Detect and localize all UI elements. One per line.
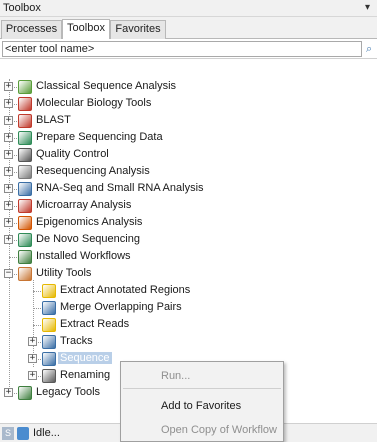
tree-item-resequencing-analysis[interactable]: + Resequencing Analysis [0,164,377,181]
menu-item-add-to-favorites[interactable]: Add to Favorites [121,395,283,417]
rna-seq-icon [18,182,32,196]
tree-item-microarray-analysis[interactable]: + Microarray Analysis [0,198,377,215]
expand-icon[interactable]: + [4,116,13,125]
tree-item-label: Installed Workflows [36,250,131,262]
tree-item-label: Sequence [58,352,112,364]
expand-icon[interactable]: + [4,150,13,159]
tree-item-classical-sequence-analysis[interactable]: + Classical Sequence Analysis [0,79,377,96]
search-row: ⌕ [0,39,377,59]
expand-icon[interactable]: + [4,388,13,397]
status-text: Idle... [33,427,60,439]
legacy-tools-icon [18,386,32,400]
expand-icon[interactable]: + [4,184,13,193]
workflows-icon [18,250,32,264]
prepare-data-icon [18,131,32,145]
tree-item-molecular-biology-tools[interactable]: + Molecular Biology Tools [0,96,377,113]
tree-item-label: Extract Reads [60,318,130,330]
panel-menu-icon[interactable]: ▾ [365,2,375,14]
tree-item-de-novo-sequencing[interactable]: + De Novo Sequencing [0,232,377,249]
tree-item-label: Utility Tools [36,267,92,279]
classical-sequence-icon [18,80,32,94]
status-badge: S [2,427,14,440]
expand-icon[interactable]: + [4,235,13,244]
expand-icon[interactable]: + [4,133,13,142]
tree-item-rna-seq-and-small-rna-analysis[interactable]: + RNA-Seq and Small RNA Analysis [0,181,377,198]
tree-item-installed-workflows[interactable]: Installed Workflows [0,249,377,266]
expand-icon[interactable]: + [28,337,37,346]
tree-item-extract-annotated-regions[interactable]: Extract Annotated Regions [0,283,377,300]
tree-item-label: Quality Control [36,148,109,160]
tree-item-tracks[interactable]: + Tracks [0,334,377,351]
expand-icon[interactable]: + [4,82,13,91]
tree-item-label: Molecular Biology Tools [36,97,152,109]
utility-tools-icon [18,267,32,281]
tree-item-label: Prepare Sequencing Data [36,131,163,143]
tree-item-label: Tracks [60,335,93,347]
tree-item-label: Classical Sequence Analysis [36,80,177,92]
tree-item-label: Epigenomics Analysis [36,216,143,228]
expand-icon[interactable]: + [28,371,37,380]
tree-item-blast[interactable]: + BLAST [0,113,377,130]
tree-item-quality-control[interactable]: + Quality Control [0,147,377,164]
process-status-icon [17,427,29,440]
microarray-icon [18,199,32,213]
expand-icon[interactable]: + [4,201,13,210]
collapse-icon[interactable]: − [4,269,13,278]
expand-icon[interactable]: + [4,167,13,176]
tab-strip: Processes Toolbox Favorites [0,17,377,39]
tree-item-epigenomics-analysis[interactable]: + Epigenomics Analysis [0,215,377,232]
panel-title: Toolbox [3,2,41,14]
toolbox-title-bar: Toolbox ▾ [0,0,377,17]
tree-item-label: Renaming [60,369,111,381]
tree-item-merge-overlapping-pairs[interactable]: Merge Overlapping Pairs [0,300,377,317]
merge-pairs-icon [42,301,56,315]
menu-item-open-copy-of-workflow[interactable]: Open Copy of Workflow [121,419,283,441]
extract-reads-icon [42,318,56,332]
expand-icon[interactable]: + [4,218,13,227]
tree-item-label: Resequencing Analysis [36,165,150,177]
tree-item-label: Microarray Analysis [36,199,132,211]
epigenomics-icon [18,216,32,230]
tree-item-label: Merge Overlapping Pairs [60,301,182,313]
tree-item-prepare-sequencing-data[interactable]: + Prepare Sequencing Data [0,130,377,147]
context-menu: Run... Add to Favorites Open Copy of Wor… [120,361,284,442]
menu-separator [123,388,281,389]
tab-favorites[interactable]: Favorites [110,20,166,39]
renaming-icon [42,369,56,383]
search-icon[interactable]: ⌕ [366,42,377,56]
tree-item-utility-tools[interactable]: − Utility Tools [0,266,377,283]
tree-item-label: Extract Annotated Regions [60,284,191,296]
tree-item-label: BLAST [36,114,71,126]
de-novo-icon [18,233,32,247]
tree-item-label: Legacy Tools [36,386,101,398]
sequence-icon [42,352,56,366]
expand-icon[interactable]: + [28,354,37,363]
tab-processes[interactable]: Processes [1,20,62,39]
quality-control-icon [18,148,32,162]
tool-search-input[interactable] [2,41,362,57]
blast-icon [18,114,32,128]
tree-item-label: De Novo Sequencing [36,233,140,245]
tracks-icon [42,335,56,349]
menu-item-run[interactable]: Run... [121,365,283,387]
expand-icon[interactable]: + [4,99,13,108]
tree-item-extract-reads[interactable]: Extract Reads [0,317,377,334]
molecular-biology-icon [18,97,32,111]
extract-regions-icon [42,284,56,298]
tab-toolbox[interactable]: Toolbox [62,19,110,39]
tree-item-label: RNA-Seq and Small RNA Analysis [36,182,204,194]
resequencing-icon [18,165,32,179]
